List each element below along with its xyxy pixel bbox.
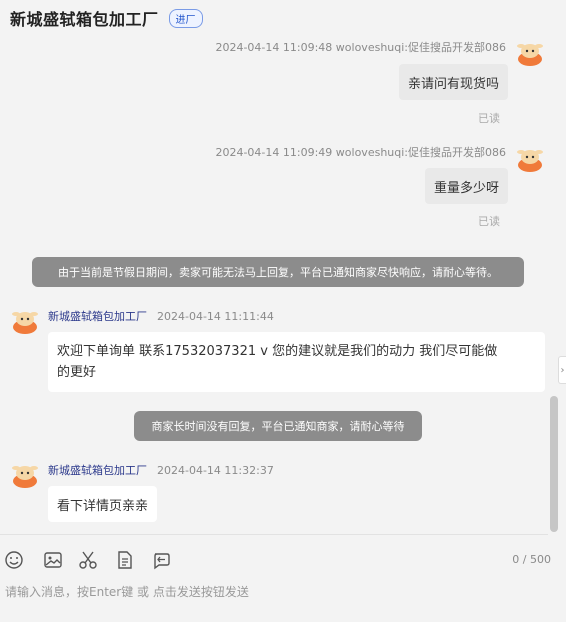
message-bubble: 亲请问有现货吗 xyxy=(398,64,508,100)
message-bubble: 看下详情页亲亲 xyxy=(48,486,158,522)
emoji-icon[interactable] xyxy=(4,550,24,570)
input-toolbar xyxy=(0,546,566,572)
read-status: 已读 xyxy=(478,215,500,228)
history-icon[interactable] xyxy=(151,550,171,570)
panel-expand-icon[interactable]: › xyxy=(558,356,566,384)
buyer-avatar-icon xyxy=(517,44,543,66)
read-status: 已读 xyxy=(478,112,500,125)
message-time: 2024-04-14 11:11:44 xyxy=(157,310,274,323)
message-line: 欢迎下单询单 联系17532037321 v 您的建议就是我们的动力 我们尽可能… xyxy=(57,344,498,359)
message-meta: 2024-04-14 11:09:48 woloveshuqi:促佳搜品开发部0… xyxy=(215,41,506,54)
seller-avatar-icon xyxy=(12,466,38,488)
sender-name[interactable]: 新城盛轼箱包加工厂 xyxy=(48,464,147,477)
scissors-icon[interactable] xyxy=(78,550,98,570)
chat-header: 新城盛轼箱包加工厂 进厂 xyxy=(0,0,566,36)
buyer-avatar-icon xyxy=(517,150,543,172)
message-bubble: 重量多少呀 xyxy=(424,168,508,204)
message-time: 2024-04-14 11:32:37 xyxy=(157,464,274,477)
no-reply-notice: 商家长时间没有回复，平台已通知商家，请耐心等待 xyxy=(134,411,422,441)
message-line: 的更好 xyxy=(57,365,97,380)
chat-history[interactable]: 2024-04-14 11:09:48 woloveshuqi:促佳搜品开发部0… xyxy=(0,36,548,534)
document-icon[interactable] xyxy=(115,550,135,570)
enter-shop-badge[interactable]: 进厂 xyxy=(168,8,203,28)
message-input[interactable] xyxy=(5,580,545,604)
char-counter: 0 / 500 xyxy=(512,553,551,566)
divider xyxy=(0,534,548,535)
image-icon[interactable] xyxy=(43,550,63,570)
shop-name-title[interactable]: 新城盛轼箱包加工厂 xyxy=(10,6,159,30)
seller-avatar-icon xyxy=(12,312,38,334)
sender-name[interactable]: 新城盛轼箱包加工厂 xyxy=(48,310,147,323)
sender-info: 新城盛轼箱包加工厂 2024-04-14 11:32:37 xyxy=(48,462,274,478)
chat-scrollbar[interactable] xyxy=(550,396,558,532)
message-meta: 2024-04-14 11:09:49 woloveshuqi:促佳搜品开发部0… xyxy=(215,146,506,159)
message-bubble: 欢迎下单询单 联系17532037321 v 您的建议就是我们的动力 我们尽可能… xyxy=(48,332,545,392)
sender-info: 新城盛轼箱包加工厂 2024-04-14 11:11:44 xyxy=(48,308,274,324)
holiday-notice: 由于当前是节假日期间，卖家可能无法马上回复，平台已通知商家尽快响应，请耐心等待。 xyxy=(32,257,524,287)
